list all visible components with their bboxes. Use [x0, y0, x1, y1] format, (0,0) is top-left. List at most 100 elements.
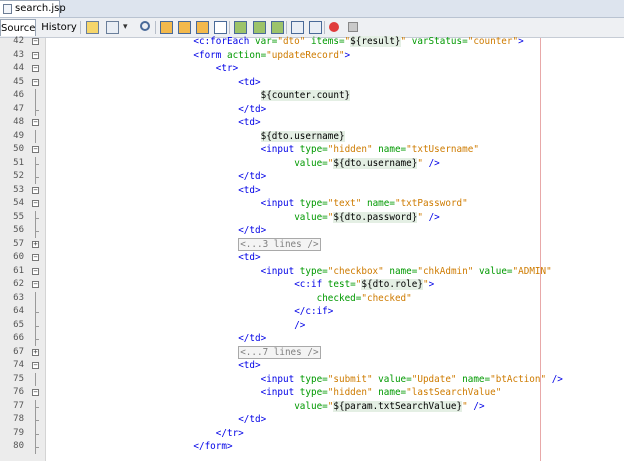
- code-token: type=: [299, 387, 328, 398]
- find-selection-icon[interactable]: [196, 21, 209, 34]
- fold-collapse-icon[interactable]: −: [32, 51, 39, 59]
- toolbar-separator: [324, 21, 325, 34]
- code-token: <td>: [238, 360, 261, 371]
- line-number: 64: [13, 306, 24, 316]
- code-token: "hidden": [327, 387, 373, 398]
- code-token: name=: [361, 198, 395, 209]
- fold-end-marker: [35, 325, 39, 327]
- fold-collapse-icon[interactable]: −: [32, 254, 39, 261]
- fold-end-marker: [35, 312, 39, 313]
- code-token: name=: [372, 144, 407, 155]
- line-number: 74: [13, 360, 24, 370]
- fold-end-marker: [35, 447, 39, 448]
- toolbar-separator: [229, 21, 230, 34]
- code-token: <td>: [238, 117, 261, 128]
- find-next-icon[interactable]: [178, 21, 191, 34]
- code-token: value=: [294, 157, 328, 169]
- file-tab-bar: search.jsp: [0, 0, 624, 18]
- code-line: <input type="submit" value="Update" name…: [47, 373, 624, 386]
- code-token: >: [518, 36, 524, 47]
- history-tab[interactable]: History: [40, 19, 78, 36]
- toggle-highlight-icon[interactable]: [214, 21, 227, 34]
- source-tab[interactable]: Source: [0, 19, 36, 36]
- code-line: <input type="checkbox" name="chkAdmin" v…: [47, 265, 624, 278]
- fold-collapse-icon[interactable]: −: [32, 267, 39, 275]
- code-line: </td>: [47, 170, 624, 183]
- code-token: >: [428, 279, 435, 290]
- toolbar-separator: [155, 21, 156, 34]
- line-number: 76: [13, 387, 24, 397]
- fold-collapse-icon[interactable]: −: [32, 389, 39, 396]
- dropdown-icon[interactable]: ▾: [123, 21, 130, 34]
- line-number: 67: [13, 346, 24, 357]
- fold-collapse-icon[interactable]: −: [32, 119, 39, 126]
- search-icon[interactable]: [140, 21, 150, 31]
- line-number: 46: [13, 90, 24, 100]
- line-number: 77: [13, 400, 24, 411]
- line-number: 65: [13, 319, 24, 330]
- code-token: items=: [305, 36, 345, 47]
- fold-collapse-icon[interactable]: −: [32, 38, 39, 45]
- code-line: <input type="hidden" name="txtUsername": [47, 143, 624, 156]
- stop-macro-icon[interactable]: [348, 22, 358, 32]
- fold-collapse-icon[interactable]: −: [32, 186, 39, 194]
- line-number: 48: [13, 117, 24, 127]
- fold-collapse-icon[interactable]: −: [32, 78, 39, 86]
- line-number: 52: [13, 171, 24, 181]
- code-token: "checkbox": [327, 265, 384, 277]
- code-token: "chkAdmin": [417, 265, 474, 277]
- code-token: </tr>: [215, 427, 244, 439]
- code-token: </td>: [238, 171, 267, 182]
- fold-collapse-icon[interactable]: −: [32, 65, 39, 72]
- file-tab[interactable]: search.jsp: [0, 0, 66, 17]
- code-token: <td>: [238, 76, 261, 88]
- code-token: </c:if>: [294, 306, 334, 317]
- fold-end-marker: [35, 217, 39, 219]
- code-token: </td>: [238, 103, 267, 115]
- next-bookmark-icon[interactable]: [253, 21, 266, 34]
- line-number: 44: [13, 63, 24, 73]
- code-line: <c:if test="${dto.role}">: [47, 278, 624, 291]
- code-editor[interactable]: <c:forEach var="dto" items="${result}" v…: [47, 36, 624, 461]
- line-number: 63: [13, 292, 24, 303]
- code-line: </td>: [47, 103, 624, 116]
- shift-right-icon[interactable]: [309, 21, 322, 34]
- find-previous-icon[interactable]: [160, 21, 173, 34]
- fold-end-marker: [35, 406, 39, 408]
- fold-collapse-icon[interactable]: −: [32, 200, 39, 207]
- shift-left-icon[interactable]: [291, 21, 304, 34]
- code-token: name=: [372, 387, 407, 398]
- code-line: </td>: [47, 332, 624, 345]
- code-token: />: [422, 211, 440, 223]
- code-line: </td>: [47, 224, 624, 237]
- record-macro-icon[interactable]: [329, 22, 339, 32]
- line-number: 55: [13, 211, 24, 222]
- code-token: </form>: [193, 441, 233, 452]
- code-line: <input type="hidden" name="lastSearchVal…: [47, 386, 624, 399]
- prev-bookmark-icon[interactable]: [234, 21, 247, 34]
- toggle-bookmark-icon[interactable]: [271, 21, 284, 34]
- fold-guide-line: [35, 291, 36, 305]
- fold-collapse-icon[interactable]: −: [32, 362, 39, 369]
- fold-end-marker: [35, 177, 39, 178]
- forward-icon[interactable]: [106, 21, 119, 34]
- code-line: <td>: [47, 116, 624, 129]
- fold-end-marker: [35, 339, 39, 340]
- line-number: 42: [13, 36, 24, 46]
- fold-collapse-icon[interactable]: −: [32, 281, 39, 288]
- back-icon[interactable]: [86, 21, 99, 34]
- code-line: <...7 lines />: [47, 345, 624, 359]
- fold-collapse-icon[interactable]: −: [32, 146, 39, 153]
- fold-expand-icon[interactable]: +: [32, 348, 39, 356]
- jsp-file-icon: [3, 4, 12, 14]
- code-token: <input: [260, 265, 300, 277]
- folded-code-block[interactable]: <...7 lines />: [238, 345, 321, 359]
- fold-expand-icon[interactable]: +: [32, 240, 39, 248]
- code-token: "updateRecord": [266, 49, 345, 61]
- code-token: "Update": [411, 373, 457, 385]
- code-token: "counter": [467, 36, 519, 47]
- code-line: <td>: [47, 359, 624, 372]
- code-token: <input: [260, 144, 300, 155]
- folded-code-block[interactable]: <...3 lines />: [238, 237, 321, 251]
- code-token: test=: [327, 279, 356, 290]
